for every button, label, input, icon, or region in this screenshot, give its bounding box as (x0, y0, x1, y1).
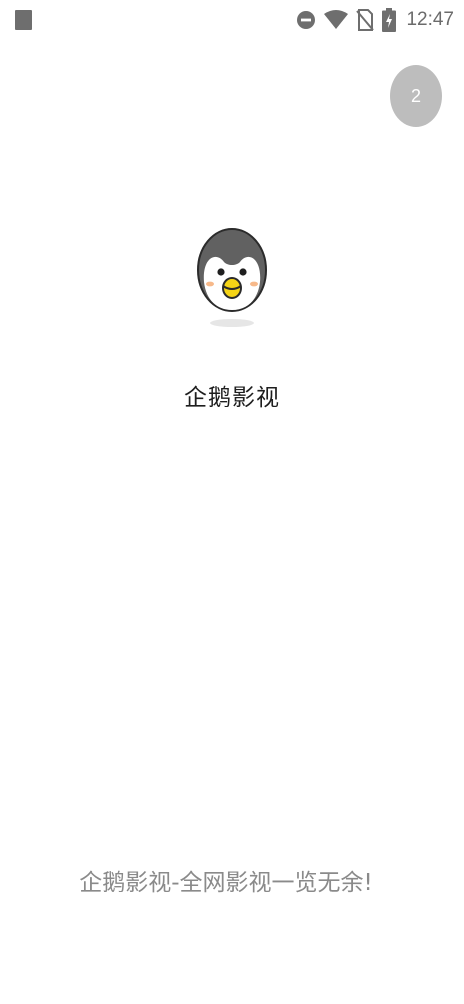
status-bar: 12:47 (0, 0, 464, 40)
app-name: 企鹅影视 (184, 385, 280, 411)
status-icons: 12:47 (296, 6, 454, 34)
app-slogan: 企鹅影视-全网影视一览无余! (79, 870, 373, 896)
penguin-logo-icon (192, 226, 272, 330)
do-not-disturb-icon (296, 10, 316, 30)
skip-countdown-button[interactable]: 2 (390, 65, 442, 127)
status-time: 12:47 (406, 9, 454, 30)
wifi-icon (324, 10, 349, 30)
notification-icon (15, 10, 32, 30)
skip-countdown-number: 2 (410, 85, 421, 106)
battery-charging-icon (382, 8, 397, 32)
no-sim-icon (356, 9, 375, 31)
